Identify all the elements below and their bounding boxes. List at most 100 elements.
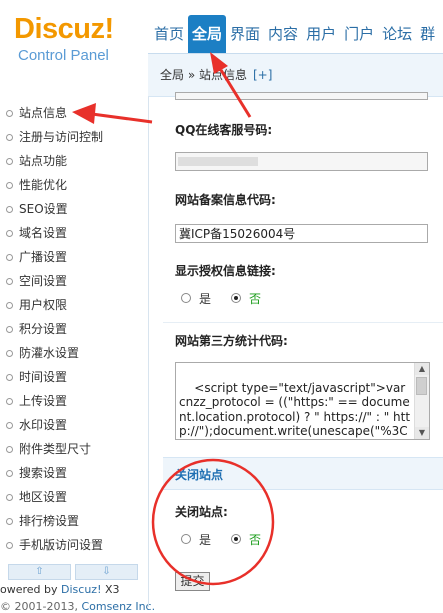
radio-yes-label: 是 [199,532,212,547]
top-nav: 首页 全局 界面 内容 用户 门户 论坛 群 [150,15,439,53]
close-site-label: 关闭站点: [175,505,228,519]
tab-global[interactable]: 全局 [188,15,227,53]
arrow-up-icon: ⇧ [35,566,44,577]
sidebar-item-space[interactable]: 空间设置 [0,269,148,293]
radio-no-label: 否 [249,291,262,306]
close-site-radio-group: 是 否 [181,531,281,547]
sidebar-item-label: 排行榜设置 [19,514,80,528]
sidebar-item-register[interactable]: 注册与访问控制 [0,125,148,149]
scroll-down-arrow-icon[interactable]: ▼ [415,427,429,439]
sidebar-item-label: 积分设置 [19,322,68,336]
bullet-icon [6,158,13,165]
radio-no-label: 否 [249,532,262,547]
logo: Discuz! [14,13,114,45]
sidebar-item-upload[interactable]: 上传设置 [0,389,148,413]
tab-home[interactable]: 首页 [150,15,188,53]
bullet-icon [6,542,13,549]
bullet-icon [6,374,13,381]
settings-form: QQ在线客服号码: 网站备案信息代码: 冀ICP备15026004号 显示授权信… [148,92,443,607]
tab-users[interactable]: 用户 [302,15,340,53]
arrow-down-icon: ⇩ [102,566,111,577]
bullet-icon [6,278,13,285]
scroll-thumb[interactable] [416,377,427,395]
add-shortcut-link[interactable]: [+] [253,68,272,82]
row-divider [163,322,443,323]
sidebar-item-label: SEO设置 [19,202,68,216]
bullet-icon [6,326,13,333]
sidebar-item-label: 防灌水设置 [19,346,80,360]
powered-prefix: owered by [0,583,62,596]
submit-button[interactable]: 提交 [175,572,210,591]
sidebar-item-performance[interactable]: 性能优化 [0,173,148,197]
bullet-icon [6,350,13,357]
license-yes-radio[interactable] [181,293,191,303]
bullet-icon [6,302,13,309]
sidebar-item-label: 附件类型尺寸 [19,442,92,456]
sidebar-item-label: 注册与访问控制 [19,130,104,144]
close-site-yes-radio[interactable] [181,534,191,544]
scroll-up-button[interactable]: ⇧ [8,564,71,580]
breadcrumb-text: 全局 » 站点信息 [160,68,247,82]
previous-field[interactable] [175,92,428,100]
sidebar-item-antispam[interactable]: 防灌水设置 [0,341,148,365]
close-site-section-header: 关闭站点 [163,457,443,490]
bullet-icon [6,206,13,213]
logo-subtitle: Control Panel [18,47,109,64]
sidebar-item-broadcast[interactable]: 广播设置 [0,245,148,269]
sidebar-item-label: 水印设置 [19,418,68,432]
tab-forum[interactable]: 论坛 [378,15,416,53]
bullet-icon [6,134,13,141]
sidebar-item-mobile[interactable]: 手机版访问设置 [0,533,148,557]
bullet-icon [6,518,13,525]
sidebar-item-time[interactable]: 时间设置 [0,365,148,389]
tab-interface[interactable]: 界面 [226,15,264,53]
sidebar: 站点信息 注册与访问控制 站点功能 性能优化 SEO设置 域名设置 广播设置 空… [0,96,148,607]
bullet-icon [6,446,13,453]
scroll-down-button[interactable]: ⇩ [75,564,138,580]
sidebar-item-credits[interactable]: 积分设置 [0,317,148,341]
sidebar-item-search[interactable]: 搜索设置 [0,461,148,485]
sidebar-scroll-buttons: ⇧ ⇩ [8,564,138,580]
breadcrumb: 全局 » 站点信息 [+] [160,66,272,83]
tab-portal[interactable]: 门户 [340,15,378,53]
sidebar-item-seo[interactable]: SEO设置 [0,197,148,221]
stat-code-textarea[interactable]: <script type="text/javascript">var cnzz_… [175,362,430,440]
sidebar-item-permissions[interactable]: 用户权限 [0,293,148,317]
stat-code-label: 网站第三方统计代码: [175,334,288,348]
sidebar-item-label: 手机版访问设置 [19,538,104,552]
bullet-icon [6,398,13,405]
sidebar-item-label: 站点信息 [19,106,68,120]
sidebar-item-features[interactable]: 站点功能 [0,149,148,173]
sidebar-item-label: 广播设置 [19,250,68,264]
tab-group[interactable]: 群 [416,15,439,53]
icp-input[interactable]: 冀ICP备15026004号 [175,224,428,243]
close-site-no-radio[interactable] [231,534,242,544]
stat-code-text: <script type="text/javascript">var cnzz_… [179,380,411,440]
section-title: 关闭站点 [175,468,224,482]
sidebar-item-watermark[interactable]: 水印设置 [0,413,148,437]
bullet-icon [6,110,13,117]
bullet-icon [6,494,13,501]
version: X3 [101,583,120,596]
sidebar-item-attachment-types[interactable]: 附件类型尺寸 [0,437,148,461]
textarea-scrollbar[interactable]: ▲ ▼ [414,363,429,439]
sidebar-item-label: 站点功能 [19,154,68,168]
sidebar-item-ranking[interactable]: 排行榜设置 [0,509,148,533]
tab-content[interactable]: 内容 [264,15,302,53]
sidebar-item-label: 时间设置 [19,370,68,384]
license-link-label: 显示授权信息链接: [175,264,276,278]
sidebar-item-domain[interactable]: 域名设置 [0,221,148,245]
discuz-link[interactable]: Discuz! [61,583,101,596]
sidebar-item-label: 搜索设置 [19,466,68,480]
powered-by: owered by Discuz! X3 [0,583,120,596]
radio-yes-label: 是 [199,291,212,306]
breadcrumb-bar: 全局 » 站点信息 [+] [148,53,443,97]
sidebar-item-label: 地区设置 [19,490,68,504]
bullet-icon [6,254,13,261]
sidebar-item-region[interactable]: 地区设置 [0,485,148,509]
scroll-up-arrow-icon[interactable]: ▲ [415,363,429,375]
sidebar-item-label: 上传设置 [19,394,68,408]
license-no-radio[interactable] [231,293,242,303]
sidebar-item-label: 域名设置 [19,226,68,240]
sidebar-item-site-info[interactable]: 站点信息 [0,101,148,125]
